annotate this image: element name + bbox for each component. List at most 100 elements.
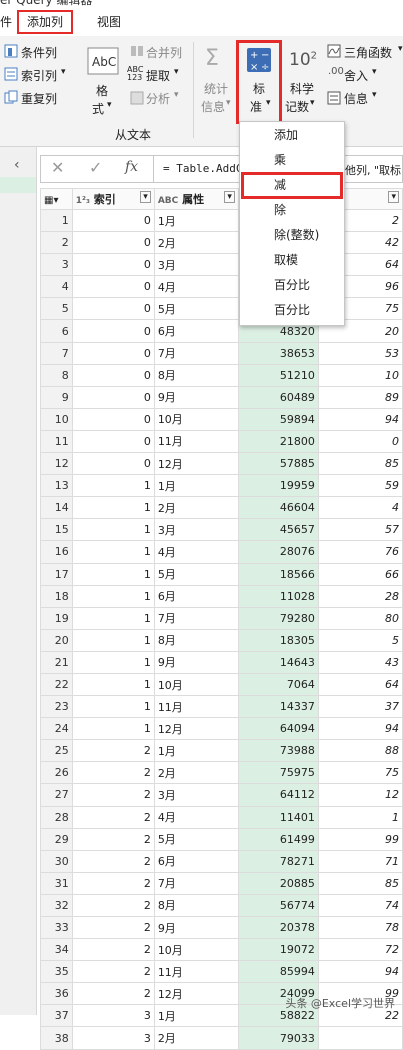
table-row[interactable]: 13 1 1月 19959 59 bbox=[40, 474, 403, 498]
row-number[interactable]: 3 bbox=[40, 253, 73, 277]
cell-modulo[interactable]: 74 bbox=[317, 893, 403, 918]
table-menu-header[interactable]: ▦▾ bbox=[40, 188, 73, 210]
cell-value[interactable]: 73988 bbox=[237, 739, 319, 763]
cell-attribute[interactable]: 3月 bbox=[153, 253, 239, 277]
cell-modulo[interactable] bbox=[317, 1026, 403, 1050]
cell-modulo[interactable]: 94 bbox=[317, 407, 403, 431]
cell-modulo[interactable]: 59 bbox=[317, 474, 403, 498]
cell-index[interactable]: 2 bbox=[71, 761, 155, 785]
row-number[interactable]: 15 bbox=[40, 518, 73, 542]
cell-attribute[interactable]: 8月 bbox=[153, 893, 239, 918]
cell-attribute[interactable]: 12月 bbox=[153, 452, 239, 476]
table-row[interactable]: 26 2 2月 75975 75 bbox=[40, 761, 403, 785]
cell-modulo[interactable]: 4 bbox=[317, 496, 403, 520]
cell-modulo[interactable]: 76 bbox=[317, 540, 403, 564]
cell-index[interactable]: 1 bbox=[71, 606, 155, 630]
cell-index[interactable]: 1 bbox=[71, 540, 155, 564]
cell-value[interactable]: 19072 bbox=[237, 938, 319, 962]
cell-modulo[interactable]: 85 bbox=[317, 452, 403, 476]
table-row[interactable]: 9 0 9月 60489 89 bbox=[40, 385, 403, 409]
cell-modulo[interactable]: 94 bbox=[317, 717, 403, 741]
cell-modulo[interactable]: 12 bbox=[317, 783, 403, 807]
cell-attribute[interactable]: 6月 bbox=[153, 849, 239, 873]
table-row[interactable]: 12 0 12月 57885 85 bbox=[40, 452, 403, 476]
parse-button[interactable]: 分析 bbox=[146, 90, 170, 107]
row-number[interactable]: 36 bbox=[40, 982, 73, 1006]
statistics-label-top[interactable]: 统计 bbox=[204, 80, 228, 97]
cell-value[interactable]: 64112 bbox=[237, 783, 319, 807]
cell-index[interactable]: 2 bbox=[71, 871, 155, 895]
table-row[interactable]: 23 1 11月 14337 37 bbox=[40, 695, 403, 719]
cell-index[interactable]: 0 bbox=[71, 341, 155, 365]
cell-modulo[interactable]: 1 bbox=[317, 805, 403, 829]
row-number[interactable]: 35 bbox=[40, 960, 73, 984]
cell-index[interactable]: 2 bbox=[71, 960, 155, 984]
menu-item-multiply[interactable]: 乘 bbox=[240, 148, 344, 173]
cell-index[interactable]: 0 bbox=[71, 452, 155, 476]
cell-modulo[interactable]: 89 bbox=[317, 385, 403, 409]
table-row[interactable]: 20 1 8月 18305 5 bbox=[40, 628, 403, 652]
cell-value[interactable]: 60489 bbox=[237, 385, 319, 409]
row-number[interactable]: 37 bbox=[40, 1004, 73, 1028]
cell-attribute[interactable]: 1月 bbox=[153, 208, 239, 233]
cell-value[interactable]: 59894 bbox=[237, 407, 319, 431]
cell-index[interactable]: 2 bbox=[71, 915, 155, 940]
table-row[interactable]: 10 0 10月 59894 94 bbox=[40, 407, 403, 431]
cell-value[interactable]: 45657 bbox=[237, 518, 319, 542]
row-number[interactable]: 12 bbox=[40, 452, 73, 476]
cell-index[interactable]: 2 bbox=[71, 849, 155, 873]
scientific-label-bottom[interactable]: 记数 bbox=[285, 98, 309, 115]
row-number[interactable]: 33 bbox=[40, 915, 73, 940]
row-number[interactable]: 29 bbox=[40, 827, 73, 851]
row-number[interactable]: 1 bbox=[40, 208, 73, 233]
cell-index[interactable]: 0 bbox=[71, 275, 155, 299]
cell-modulo[interactable]: 28 bbox=[317, 584, 403, 608]
cell-modulo[interactable]: 57 bbox=[317, 518, 403, 542]
row-number[interactable]: 13 bbox=[40, 474, 73, 498]
cell-index[interactable]: 0 bbox=[71, 319, 155, 343]
cell-modulo[interactable]: 78 bbox=[317, 915, 403, 940]
row-number[interactable]: 24 bbox=[40, 717, 73, 741]
cell-modulo[interactable]: 5 bbox=[317, 628, 403, 652]
format-label-top[interactable]: 格 bbox=[96, 82, 108, 99]
table-row[interactable]: 31 2 7月 20885 85 bbox=[40, 871, 403, 895]
cell-value[interactable]: 14643 bbox=[237, 650, 319, 674]
cell-attribute[interactable]: 10月 bbox=[153, 672, 239, 697]
integer-type-icon[interactable]: 1²₃ bbox=[76, 196, 90, 206]
cell-modulo[interactable]: 80 bbox=[317, 606, 403, 630]
table-row[interactable]: 11 0 11月 21800 0 bbox=[40, 429, 403, 454]
cell-index[interactable]: 1 bbox=[71, 650, 155, 674]
cell-attribute[interactable]: 10月 bbox=[153, 407, 239, 431]
formula-bar[interactable]: ✕ ✓ fx = Table.AddC 他列, "取标 bbox=[40, 155, 403, 183]
cell-attribute[interactable]: 12月 bbox=[153, 982, 239, 1006]
cell-index[interactable]: 1 bbox=[71, 474, 155, 498]
cell-attribute[interactable]: 11月 bbox=[153, 695, 239, 719]
cell-index[interactable]: 0 bbox=[71, 208, 155, 233]
cell-index[interactable]: 2 bbox=[71, 739, 155, 763]
cell-value[interactable]: 20378 bbox=[237, 915, 319, 940]
cell-index[interactable]: 1 bbox=[71, 518, 155, 542]
cell-index[interactable]: 0 bbox=[71, 407, 155, 431]
tab-view[interactable]: 视图 bbox=[97, 12, 121, 32]
cell-attribute[interactable]: 5月 bbox=[153, 562, 239, 586]
trig-button[interactable]: 三角函数 bbox=[344, 44, 392, 61]
cell-modulo[interactable]: 85 bbox=[317, 871, 403, 895]
cell-modulo[interactable]: 71 bbox=[317, 849, 403, 873]
cell-value[interactable]: 61499 bbox=[237, 827, 319, 851]
row-number[interactable]: 22 bbox=[40, 672, 73, 697]
cell-attribute[interactable]: 1月 bbox=[153, 1004, 239, 1028]
menu-item-add[interactable]: 添加 bbox=[240, 123, 344, 148]
table-row[interactable]: 18 1 6月 11028 28 bbox=[40, 584, 403, 608]
cell-value[interactable]: 28076 bbox=[237, 540, 319, 564]
row-number[interactable]: 32 bbox=[40, 893, 73, 918]
cell-attribute[interactable]: 4月 bbox=[153, 275, 239, 299]
table-row[interactable]: 8 0 8月 51210 10 bbox=[40, 363, 403, 387]
cell-index[interactable]: 2 bbox=[71, 893, 155, 918]
table-row[interactable]: 1 0 1月 2 bbox=[40, 208, 403, 233]
row-number[interactable]: 4 bbox=[40, 275, 73, 299]
duplicate-column-button[interactable]: 重复列 bbox=[21, 90, 57, 107]
chevron-left-icon[interactable]: ‹ bbox=[14, 157, 20, 173]
extract-button[interactable]: 提取 bbox=[146, 67, 170, 84]
row-number[interactable]: 38 bbox=[40, 1026, 73, 1050]
tab-add-column[interactable]: 添加列 bbox=[17, 10, 74, 34]
